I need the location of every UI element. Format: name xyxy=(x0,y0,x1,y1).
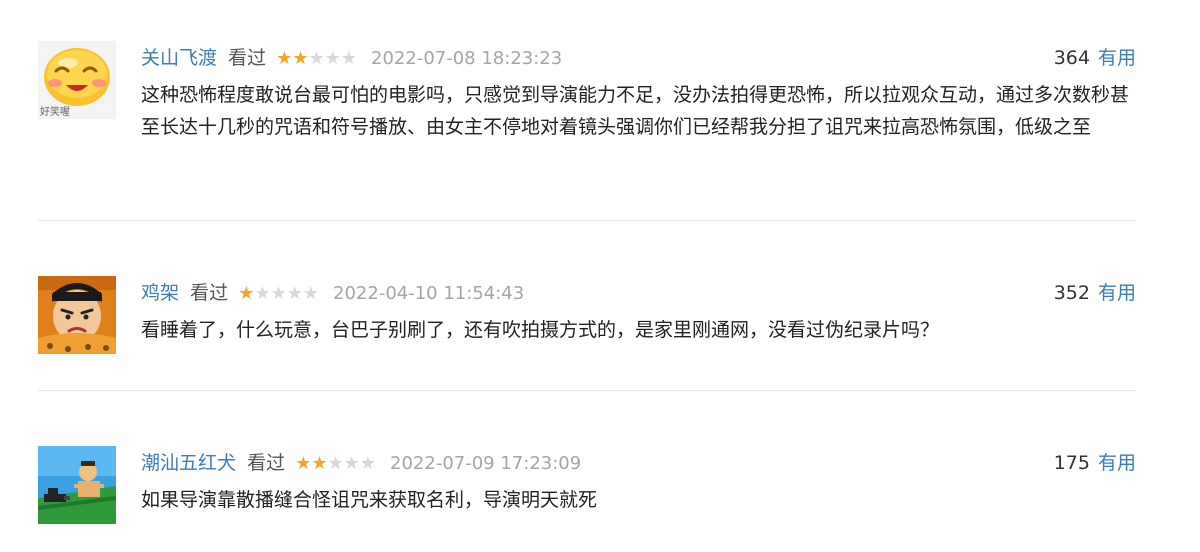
comment-meta: 关山飞渡 看过 ★★★★★ 2022-07-08 18:23:23 364 有用 xyxy=(141,41,1136,75)
comment-timestamp: 2022-04-10 11:54:43 xyxy=(333,283,525,304)
star-empty-icon: ★ xyxy=(270,283,287,304)
vote-area: 352 有用 xyxy=(1054,276,1136,310)
star-filled-icon: ★ xyxy=(292,48,309,69)
star-empty-icon: ★ xyxy=(308,48,325,69)
vote-area: 364 有用 xyxy=(1054,41,1136,75)
avatar[interactable] xyxy=(38,446,116,524)
comment-divider xyxy=(38,220,1136,221)
rating-stars: ★★★★★ xyxy=(295,447,376,481)
star-filled-icon: ★ xyxy=(238,283,255,304)
useful-button[interactable]: 有用 xyxy=(1098,47,1136,69)
comment-divider xyxy=(38,390,1136,391)
comment-timestamp: 2022-07-09 17:23:09 xyxy=(390,453,582,474)
star-filled-icon: ★ xyxy=(311,453,328,474)
star-empty-icon: ★ xyxy=(327,453,344,474)
comment-meta: 鸡架 看过 ★★★★★ 2022-04-10 11:54:43 352 有用 xyxy=(141,276,1136,310)
avatar[interactable]: 好笑喔 xyxy=(38,41,116,119)
star-empty-icon: ★ xyxy=(359,453,376,474)
star-filled-icon: ★ xyxy=(276,48,293,69)
star-filled-icon: ★ xyxy=(295,453,312,474)
rating-stars: ★★★★★ xyxy=(238,277,319,311)
star-empty-icon: ★ xyxy=(340,48,357,69)
avatar-cartoon-image xyxy=(38,446,116,524)
comment-body: 关山飞渡 看过 ★★★★★ 2022-07-08 18:23:23 364 有用 … xyxy=(141,41,1136,143)
rating-stars: ★★★★★ xyxy=(276,42,357,76)
comment-meta: 潮汕五红犬 看过 ★★★★★ 2022-07-09 17:23:09 175 有用 xyxy=(141,446,1136,480)
vote-area: 175 有用 xyxy=(1054,446,1136,480)
star-empty-icon: ★ xyxy=(302,283,319,304)
comment-text: 这种恐怖程度敢说台最可怕的电影吗，只感觉到导演能力不足，没办法拍得更恐怖，所以拉… xyxy=(141,84,1130,138)
star-empty-icon: ★ xyxy=(286,283,303,304)
comment-text: 看睡着了，什么玩意，台巴子别刷了，还有吹拍摄方式的，是家里刚通网，没看过伪纪录片… xyxy=(141,319,940,341)
comment-timestamp: 2022-07-08 18:23:23 xyxy=(371,48,563,69)
avatar-cartoon-image xyxy=(38,276,116,354)
watch-status: 看过 xyxy=(228,47,267,69)
avatar-caption: 好笑喔 xyxy=(40,107,70,118)
vote-count: 352 xyxy=(1053,282,1090,304)
username-link[interactable]: 潮汕五红犬 xyxy=(141,452,236,474)
comment-text: 如果导演靠散播缝合怪诅咒来获取名利，导演明天就死 xyxy=(141,489,598,511)
username-link[interactable]: 关山飞渡 xyxy=(141,47,217,69)
comment-body: 鸡架 看过 ★★★★★ 2022-04-10 11:54:43 352 有用 看睡… xyxy=(141,276,1136,347)
star-empty-icon: ★ xyxy=(324,48,341,69)
watch-status: 看过 xyxy=(190,282,229,304)
star-empty-icon: ★ xyxy=(254,283,271,304)
vote-count: 175 xyxy=(1053,452,1090,474)
useful-button[interactable]: 有用 xyxy=(1098,282,1136,304)
watch-status: 看过 xyxy=(247,452,286,474)
avatar[interactable] xyxy=(38,276,116,354)
useful-button[interactable]: 有用 xyxy=(1098,452,1136,474)
vote-count: 364 xyxy=(1053,47,1090,69)
star-empty-icon: ★ xyxy=(343,453,360,474)
username-link[interactable]: 鸡架 xyxy=(141,282,179,304)
comment-body: 潮汕五红犬 看过 ★★★★★ 2022-07-09 17:23:09 175 有用… xyxy=(141,446,1136,517)
